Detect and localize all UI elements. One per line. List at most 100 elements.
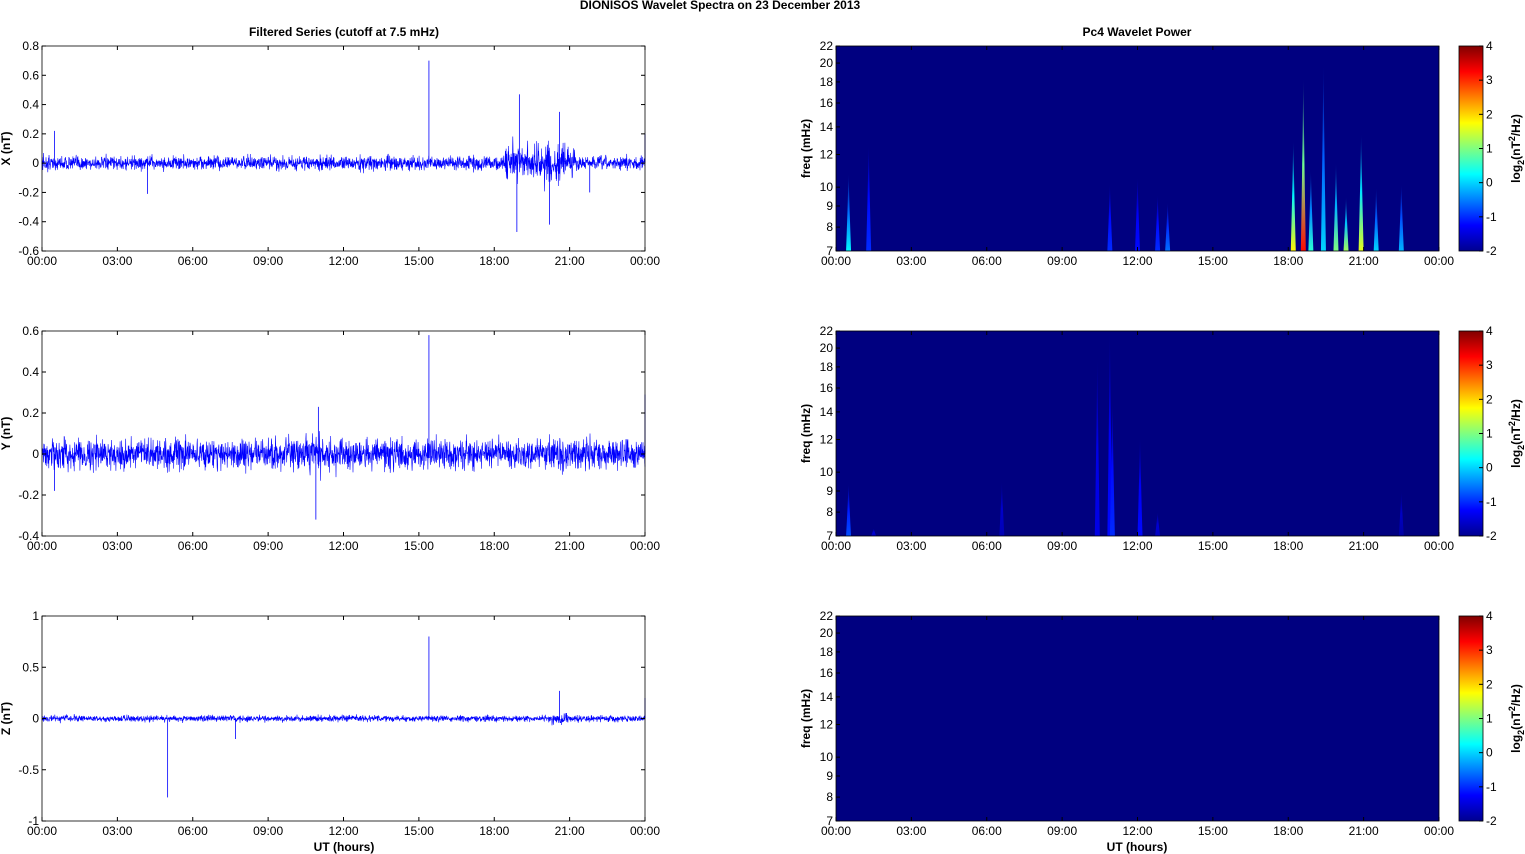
x-tick-label: 00:00 xyxy=(821,254,851,268)
figure: DIONISOS Wavelet Spectra on 23 December … xyxy=(0,0,1525,854)
x-tick-label: 21:00 xyxy=(555,824,585,838)
spectrum-background xyxy=(836,331,1439,536)
x-tick-label: 00:00 xyxy=(630,254,660,268)
right-title: Pc4 Wavelet Power xyxy=(1083,25,1192,39)
colorbar-label: log2(nT2/Hz) xyxy=(1507,399,1525,468)
x-tick-label: 15:00 xyxy=(404,539,434,553)
x-tick-label: 00:00 xyxy=(1424,254,1454,268)
colorbar-tick-label: 2 xyxy=(1486,392,1493,406)
y-tick-label: 20 xyxy=(820,626,834,640)
colorbar-tick-label: -2 xyxy=(1486,814,1497,828)
x-tick-label: 12:00 xyxy=(1122,254,1152,268)
x-tick-label: 03:00 xyxy=(102,824,132,838)
x-tick-label: 12:00 xyxy=(328,254,358,268)
x-tick-label: 12:00 xyxy=(1122,539,1152,553)
x-tick-label: 00:00 xyxy=(821,539,851,553)
colorbar-tick-label: -1 xyxy=(1486,210,1497,224)
right-xlabel: UT (hours) xyxy=(1107,840,1168,854)
y-label: X (nT) xyxy=(0,132,13,166)
colorbar-tick-label: 1 xyxy=(1486,712,1493,726)
colorbar-label: log2(nT2/Hz) xyxy=(1507,684,1525,753)
colorbar-tick-label: 2 xyxy=(1486,677,1493,691)
plot-area xyxy=(42,46,645,251)
plot-area xyxy=(42,331,645,536)
y-label: freq (mHz) xyxy=(799,119,813,178)
spectrum-panel-2: 78910121416182022freq (mHz)00:00 03:00 06:… xyxy=(799,324,1525,553)
y-tick-label: 0.6 xyxy=(22,324,39,338)
x-tick-label: 03:00 xyxy=(102,539,132,553)
y-tick-label: 0.4 xyxy=(22,98,39,112)
x-tick-label: 18:00 xyxy=(479,824,509,838)
y-tick-label: -0.2 xyxy=(18,488,39,502)
x-tick-label: 06:00 xyxy=(178,254,208,268)
y-tick-label: 0.6 xyxy=(22,68,39,82)
x-tick-label: 15:00 xyxy=(1198,539,1228,553)
x-tick-label: 00:00 xyxy=(1424,539,1454,553)
colorbar-tick-label: 0 xyxy=(1486,746,1493,760)
colorbar-tick-label: 2 xyxy=(1486,107,1493,121)
y-tick-label: -0.2 xyxy=(18,185,39,199)
x-tick-label: 12:00 xyxy=(328,824,358,838)
x-tick-label: 00:00 xyxy=(27,254,57,268)
x-tick-label: 09:00 xyxy=(253,824,283,838)
x-tick-label: 18:00 xyxy=(479,539,509,553)
x-tick-label: 15:00 xyxy=(404,824,434,838)
colorbar-label: log2(nT2/Hz) xyxy=(1507,114,1525,183)
x-tick-label: 18:00 xyxy=(1273,824,1303,838)
y-tick-label: 14 xyxy=(820,120,834,134)
x-tick-label: 00:00 xyxy=(630,539,660,553)
y-tick-label: -0.5 xyxy=(18,763,39,777)
x-tick-label: 09:00 xyxy=(1047,824,1077,838)
x-tick-label: 21:00 xyxy=(1349,254,1379,268)
x-tick-label: 03:00 xyxy=(896,824,926,838)
y-label: Z (nT) xyxy=(0,702,13,735)
colorbar-tick-label: -2 xyxy=(1486,244,1497,258)
y-tick-label: 12 xyxy=(820,718,834,732)
y-tick-label: 0 xyxy=(32,712,39,726)
x-tick-label: 12:00 xyxy=(328,539,358,553)
y-tick-label: 20 xyxy=(820,341,834,355)
x-tick-label: 00:00 xyxy=(821,824,851,838)
y-tick-label: -0.4 xyxy=(18,215,39,229)
y-tick-label: 0 xyxy=(32,156,39,170)
y-tick-label: 10 xyxy=(820,465,834,479)
x-tick-label: 09:00 xyxy=(253,539,283,553)
x-tick-label: 21:00 xyxy=(1349,539,1379,553)
y-tick-label: 9 xyxy=(826,484,833,498)
x-tick-label: 12:00 xyxy=(1122,824,1152,838)
x-tick-label: 06:00 xyxy=(178,824,208,838)
left-xlabel: UT (hours) xyxy=(314,840,375,854)
y-tick-label: 18 xyxy=(820,75,834,89)
x-tick-label: 03:00 xyxy=(102,254,132,268)
x-tick-label: 03:00 xyxy=(896,254,926,268)
x-tick-label: 15:00 xyxy=(1198,254,1228,268)
y-tick-label: 10 xyxy=(820,750,834,764)
colorbar-tick-label: 4 xyxy=(1486,324,1493,338)
y-tick-label: 16 xyxy=(820,666,834,680)
colorbar-tick-label: 3 xyxy=(1486,643,1493,657)
colorbar-tick-label: 3 xyxy=(1486,358,1493,372)
spectrum-panel-3: 78910121416182022freq (mHz)00:00 03:00 06:… xyxy=(799,609,1525,838)
timeseries-panel-z: -1-0.500.51Z (nT)00:00 03:00 06:00 09:00 12:… xyxy=(0,609,660,838)
x-tick-label: 00:00 xyxy=(1424,824,1454,838)
colorbar-tick-label: 4 xyxy=(1486,609,1493,623)
figure-title: DIONISOS Wavelet Spectra on 23 December … xyxy=(580,0,861,12)
y-tick-label: 14 xyxy=(820,405,834,419)
x-tick-label: 06:00 xyxy=(178,539,208,553)
x-tick-label: 03:00 xyxy=(896,539,926,553)
x-tick-label: 00:00 xyxy=(27,539,57,553)
y-tick-label: 20 xyxy=(820,56,834,70)
y-tick-label: 0.2 xyxy=(22,406,39,420)
y-tick-label: 18 xyxy=(820,360,834,374)
y-tick-label: 16 xyxy=(820,381,834,395)
y-tick-label: 12 xyxy=(820,148,834,162)
x-tick-label: 06:00 xyxy=(972,539,1002,553)
y-tick-label: 10 xyxy=(820,180,834,194)
x-tick-label: 18:00 xyxy=(1273,254,1303,268)
y-tick-label: 0.8 xyxy=(22,39,39,53)
colorbar-tick-label: 1 xyxy=(1486,427,1493,441)
colorbar: -2 -1 0 1 2 3 4 log2(nT2/Hz) xyxy=(1458,39,1525,258)
x-tick-label: 21:00 xyxy=(555,539,585,553)
colorbar-tick-label: 0 xyxy=(1486,461,1493,475)
x-tick-label: 18:00 xyxy=(479,254,509,268)
